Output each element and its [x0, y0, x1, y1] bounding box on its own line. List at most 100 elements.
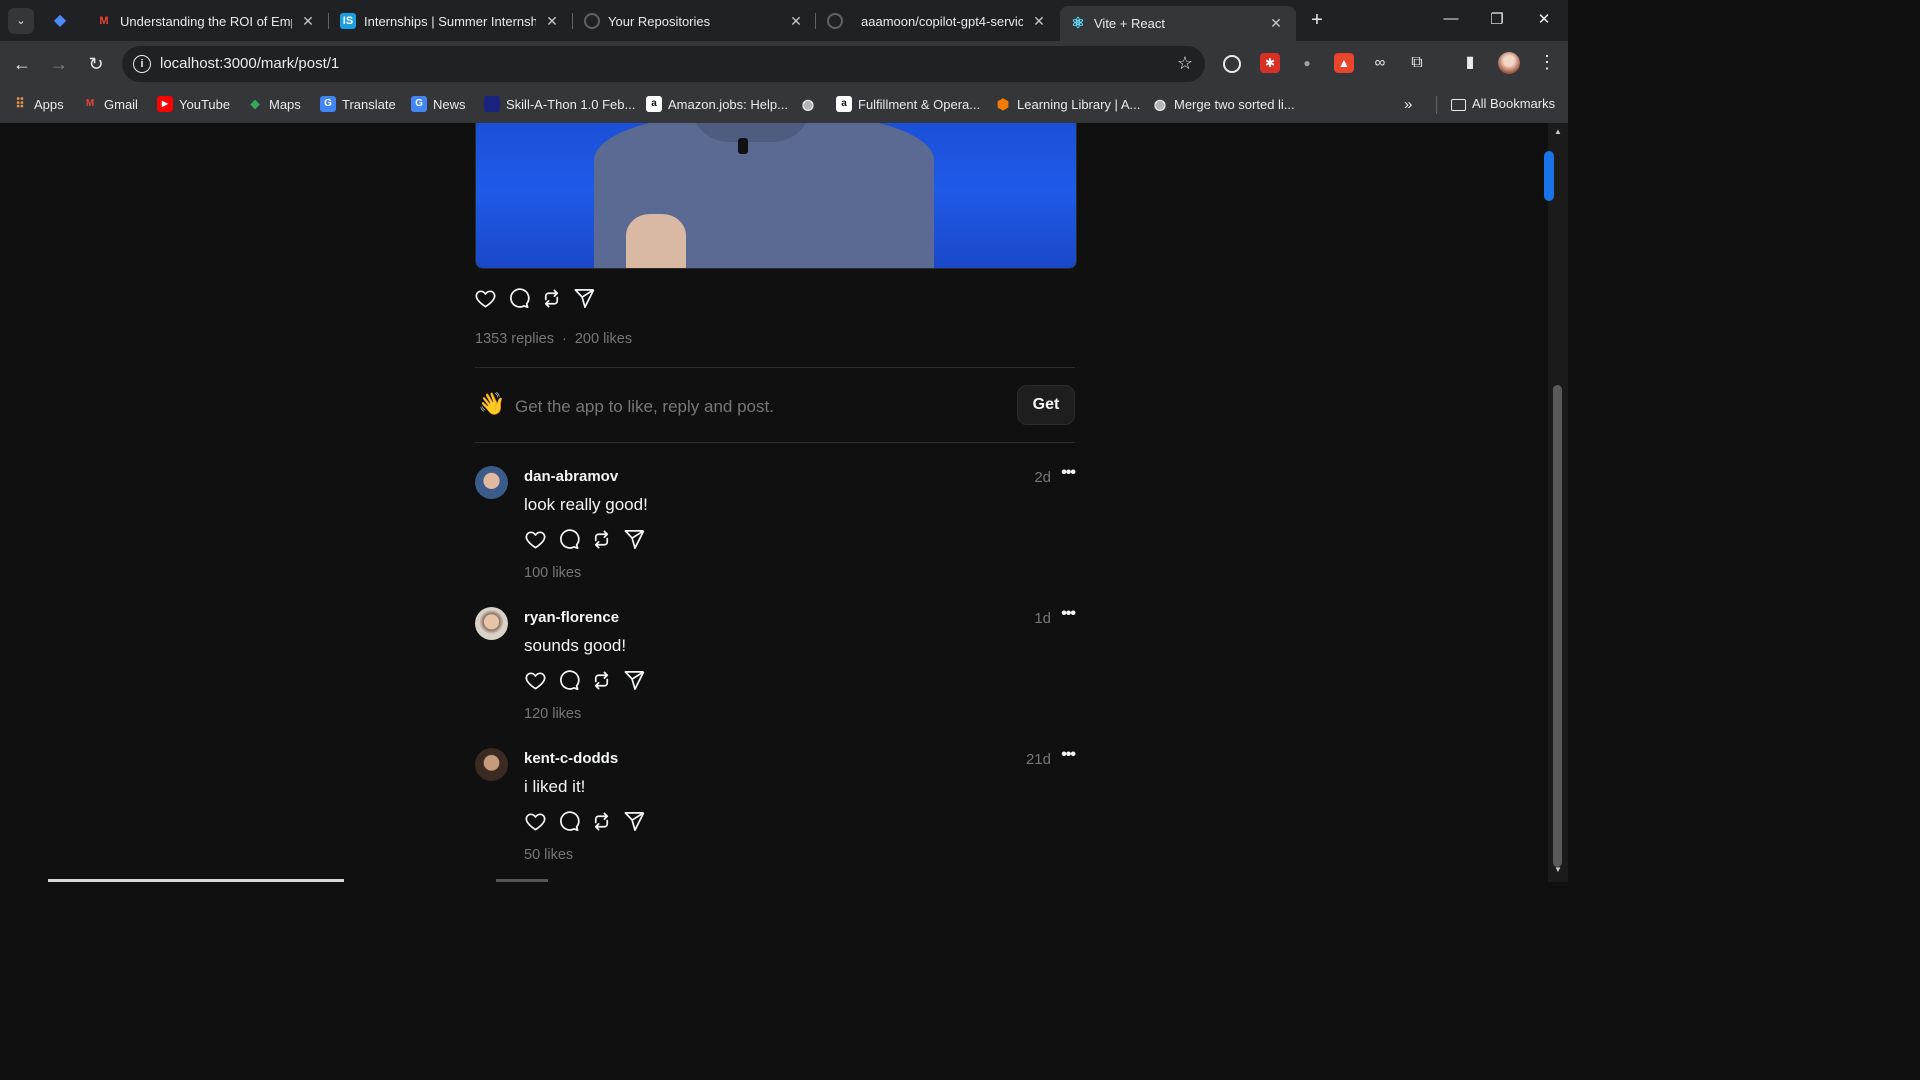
- more-options-icon[interactable]: •••: [1061, 605, 1076, 623]
- get-app-button[interactable]: Get: [1017, 385, 1075, 425]
- repost-icon[interactable]: [590, 669, 613, 692]
- tab-search-button[interactable]: ⌄: [8, 8, 34, 34]
- comment-icon[interactable]: [507, 287, 530, 310]
- tab-2[interactable]: IS Internships | Summer Internship ✕: [340, 6, 560, 36]
- tab-4[interactable]: aaamoon/copilot-gpt4-service: ✕: [827, 6, 1047, 36]
- bookmark-translate[interactable]: G Translate: [320, 96, 396, 112]
- new-tab-button[interactable]: +: [1306, 9, 1328, 32]
- comment-icon[interactable]: [557, 810, 580, 833]
- tab-1[interactable]: M Understanding the ROI of Empl ✕: [96, 6, 316, 36]
- extension-target-icon[interactable]: [1223, 55, 1241, 73]
- loading-icon: [827, 13, 843, 29]
- close-tab-icon[interactable]: ✕: [788, 13, 804, 30]
- url-text[interactable]: localhost:3000/mark/post/1: [160, 55, 339, 72]
- share-icon[interactable]: [573, 287, 596, 310]
- comment-icon[interactable]: [557, 528, 580, 551]
- back-button[interactable]: ←: [11, 54, 33, 74]
- bookmark-gmail[interactable]: M Gmail: [82, 96, 138, 112]
- reply-text: look really good!: [524, 495, 648, 514]
- extension-image-icon[interactable]: ▲: [1334, 53, 1354, 73]
- bookmark-apps[interactable]: ⠿ Apps: [12, 96, 63, 112]
- avatar[interactable]: [475, 748, 508, 781]
- bookmark-fulfillment[interactable]: a Fulfillment & Opera...: [836, 96, 980, 112]
- all-bookmarks[interactable]: All Bookmarks: [1451, 96, 1555, 111]
- more-options-icon[interactable]: •••: [1061, 464, 1076, 482]
- bookmark-news[interactable]: G News: [411, 96, 466, 112]
- reply-likes[interactable]: 50 likes: [524, 847, 573, 863]
- minimize-button[interactable]: —: [1440, 10, 1462, 27]
- avatar[interactable]: [475, 607, 508, 640]
- reply-actions: [524, 810, 646, 833]
- browser-menu-icon[interactable]: ⋮: [1538, 52, 1556, 73]
- like-heart-icon[interactable]: [524, 528, 547, 551]
- close-tab-icon[interactable]: ✕: [544, 13, 560, 30]
- tab-title: aaamoon/copilot-gpt4-service:: [861, 13, 1023, 29]
- reply-timestamp: 1d: [1034, 610, 1051, 627]
- bookmark-learning-library[interactable]: ⬢ Learning Library | A...: [995, 96, 1140, 112]
- replies-count[interactable]: 1353 replies: [475, 331, 554, 347]
- share-icon[interactable]: [623, 528, 646, 551]
- reply-username[interactable]: kent-c-dodds: [524, 750, 618, 767]
- address-bar[interactable]: i localhost:3000/mark/post/1 ☆: [122, 46, 1205, 82]
- scroll-down-arrow-icon[interactable]: ▼: [1554, 865, 1562, 874]
- skillathon-icon: [484, 96, 500, 112]
- vertical-scrollbar[interactable]: ▲ ▼: [1544, 123, 1568, 882]
- bookmark-star-icon[interactable]: ☆: [1177, 53, 1193, 74]
- internshala-icon: IS: [340, 13, 356, 29]
- reply-username[interactable]: dan-abramov: [524, 468, 618, 485]
- react-icon: ⚛: [1071, 14, 1085, 32]
- reply-actions: [524, 528, 646, 551]
- avatar[interactable]: [475, 466, 508, 499]
- scroll-up-arrow-icon[interactable]: ▲: [1554, 127, 1562, 136]
- repost-icon[interactable]: [590, 528, 613, 551]
- close-window-button[interactable]: ✕: [1533, 10, 1555, 28]
- bookmark-globe[interactable]: ◍: [800, 96, 822, 112]
- extension-bulb-icon[interactable]: ●: [1297, 53, 1317, 73]
- close-tab-icon[interactable]: ✕: [300, 13, 316, 30]
- extension-glasses-icon[interactable]: ∞: [1370, 53, 1390, 73]
- reply-likes[interactable]: 100 likes: [524, 565, 581, 581]
- close-tab-icon[interactable]: ✕: [1031, 13, 1047, 30]
- bookmark-label: Maps: [269, 96, 301, 112]
- reply-timestamp: 2d: [1034, 469, 1051, 486]
- reply-text: sounds good!: [524, 636, 627, 655]
- bookmark-amazon-jobs[interactable]: a Amazon.jobs: Help...: [646, 96, 788, 112]
- tab-3[interactable]: Your Repositories ✕: [584, 6, 804, 36]
- post-image[interactable]: [475, 123, 1077, 269]
- bookmark-label: Merge two sorted li...: [1174, 96, 1295, 112]
- get-app-text: Get the app to like, reply and post.: [515, 397, 774, 416]
- tab-5-active[interactable]: ⚛ Vite + React ✕: [1060, 6, 1296, 41]
- reply-username[interactable]: ryan-florence: [524, 609, 619, 626]
- like-heart-icon[interactable]: [474, 287, 497, 310]
- comment-icon[interactable]: [557, 669, 580, 692]
- extension-puzzle-red-icon[interactable]: ✱: [1260, 53, 1280, 73]
- youtube-icon: ▶: [157, 96, 173, 112]
- reload-button[interactable]: ↻: [85, 54, 107, 74]
- extensions-puzzle-icon[interactable]: ⧉: [1407, 53, 1427, 73]
- reply-likes[interactable]: 120 likes: [524, 706, 581, 722]
- more-bookmarks-chevron-icon[interactable]: »: [1404, 96, 1412, 113]
- restore-button[interactable]: ❐: [1486, 10, 1508, 28]
- bookmark-maps[interactable]: ⬥ Maps: [247, 96, 301, 112]
- side-panel-icon[interactable]: ▮: [1460, 53, 1480, 73]
- profile-avatar[interactable]: [1498, 52, 1520, 74]
- like-heart-icon[interactable]: [524, 669, 547, 692]
- bookmark-skillathon[interactable]: Skill-A-Thon 1.0 Feb...: [484, 96, 635, 112]
- bookmark-label: Amazon.jobs: Help...: [668, 96, 788, 112]
- share-icon[interactable]: [623, 669, 646, 692]
- share-icon[interactable]: [623, 810, 646, 833]
- repost-icon[interactable]: [590, 810, 613, 833]
- like-heart-icon[interactable]: [524, 810, 547, 833]
- bookmarks-bar: ⠿ Apps M Gmail ▶ YouTube ⬥ Maps G Translate G…: [0, 87, 1568, 124]
- repost-icon[interactable]: [540, 287, 563, 310]
- bookmark-merge-sorted[interactable]: ◍ Merge two sorted li...: [1152, 96, 1295, 112]
- pinned-tab-icon[interactable]: ◆: [50, 11, 70, 31]
- forward-button[interactable]: →: [48, 54, 70, 74]
- close-tab-icon[interactable]: ✕: [1268, 15, 1284, 32]
- scrollbar-thumb[interactable]: [1553, 385, 1562, 867]
- bookmark-separator: [1436, 96, 1437, 114]
- site-info-icon[interactable]: i: [133, 55, 151, 73]
- more-options-icon[interactable]: •••: [1061, 746, 1076, 764]
- bookmark-youtube[interactable]: ▶ YouTube: [157, 96, 230, 112]
- likes-count[interactable]: 200 likes: [575, 331, 632, 347]
